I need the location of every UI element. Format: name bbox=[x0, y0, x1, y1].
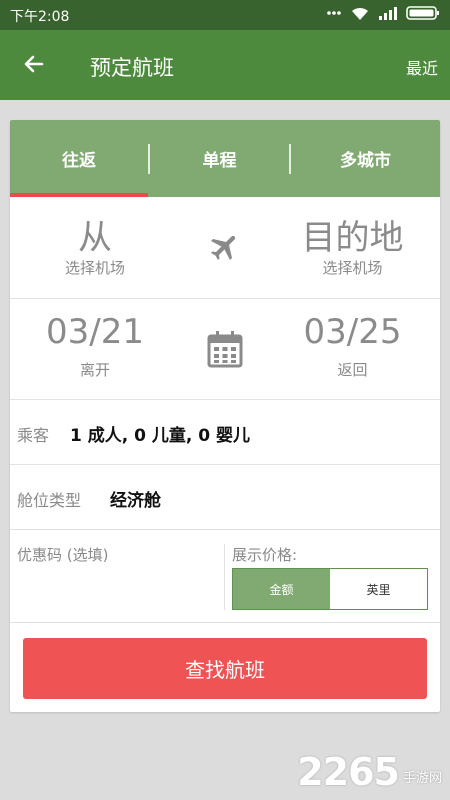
dots-icon bbox=[326, 10, 342, 16]
promo-code-input[interactable]: 优惠码 (选填) bbox=[10, 530, 222, 620]
price-option-amount[interactable]: 金额 bbox=[233, 569, 330, 609]
wifi-icon bbox=[350, 5, 370, 21]
return-date-selector[interactable]: 03/25 返回 bbox=[265, 299, 440, 399]
divider bbox=[10, 622, 440, 623]
status-bar: 下午2:08 bbox=[0, 0, 450, 30]
calendar-icon bbox=[207, 330, 243, 368]
tab-multi-city[interactable]: 多城市 bbox=[291, 120, 440, 197]
search-flights-button[interactable]: 查找航班 bbox=[23, 638, 427, 699]
signal-icon bbox=[378, 5, 398, 21]
battery-icon bbox=[406, 5, 440, 21]
depart-date: 03/21 bbox=[46, 312, 144, 352]
passengers-row[interactable]: 乘客 1 成人, 0 儿童, 0 婴儿 bbox=[10, 400, 440, 464]
return-label: 返回 bbox=[337, 361, 368, 379]
destination-title: 目的地 bbox=[301, 218, 404, 258]
app-bar: 预定航班 最近 bbox=[0, 30, 450, 100]
cabin-class-value: 经济舱 bbox=[110, 491, 161, 511]
status-icons bbox=[326, 5, 440, 21]
airplane-icon bbox=[208, 230, 242, 264]
watermark-number: 2265 bbox=[297, 750, 400, 794]
watermark-logo: 2265 手游网 bbox=[297, 750, 442, 794]
status-time: 下午2:08 bbox=[10, 9, 70, 25]
tab-round-trip[interactable]: 往返 bbox=[10, 120, 148, 197]
price-display-toggle: 金额 英里 bbox=[232, 568, 428, 610]
price-option-miles[interactable]: 英里 bbox=[330, 569, 427, 609]
page-title: 预定航班 bbox=[90, 56, 174, 80]
passengers-label: 乘客 bbox=[17, 426, 50, 445]
back-button[interactable] bbox=[18, 50, 50, 82]
origin-title: 从 bbox=[78, 218, 112, 258]
destination-subtitle: 选择机场 bbox=[322, 259, 383, 277]
destination-selector[interactable]: 目的地 选择机场 bbox=[265, 197, 440, 297]
origin-selector[interactable]: 从 选择机场 bbox=[10, 197, 180, 297]
tab-one-way[interactable]: 单程 bbox=[150, 120, 289, 197]
recent-button[interactable]: 最近 bbox=[406, 55, 438, 79]
depart-label: 离开 bbox=[79, 361, 110, 379]
cabin-class-row[interactable]: 舱位类型 经济舱 bbox=[10, 465, 440, 529]
promo-code-placeholder: 优惠码 (选填) bbox=[17, 546, 109, 564]
booking-card: 往返 单程 多城市 从 选择机场 目的地 选择机场 03/21 离开 03/25… bbox=[10, 120, 440, 712]
arrow-left-icon bbox=[22, 52, 46, 80]
depart-date-selector[interactable]: 03/21 离开 bbox=[10, 299, 180, 399]
cabin-class-label: 舱位类型 bbox=[17, 491, 82, 510]
return-date: 03/25 bbox=[303, 312, 402, 352]
passengers-value: 1 成人, 0 儿童, 0 婴儿 bbox=[70, 426, 250, 446]
column-divider bbox=[224, 544, 225, 610]
trip-type-tabs: 往返 单程 多城市 bbox=[10, 120, 440, 197]
origin-subtitle: 选择机场 bbox=[64, 259, 125, 277]
price-display-label: 展示价格: bbox=[232, 546, 298, 564]
watermark-text: 手游网 bbox=[402, 771, 442, 786]
